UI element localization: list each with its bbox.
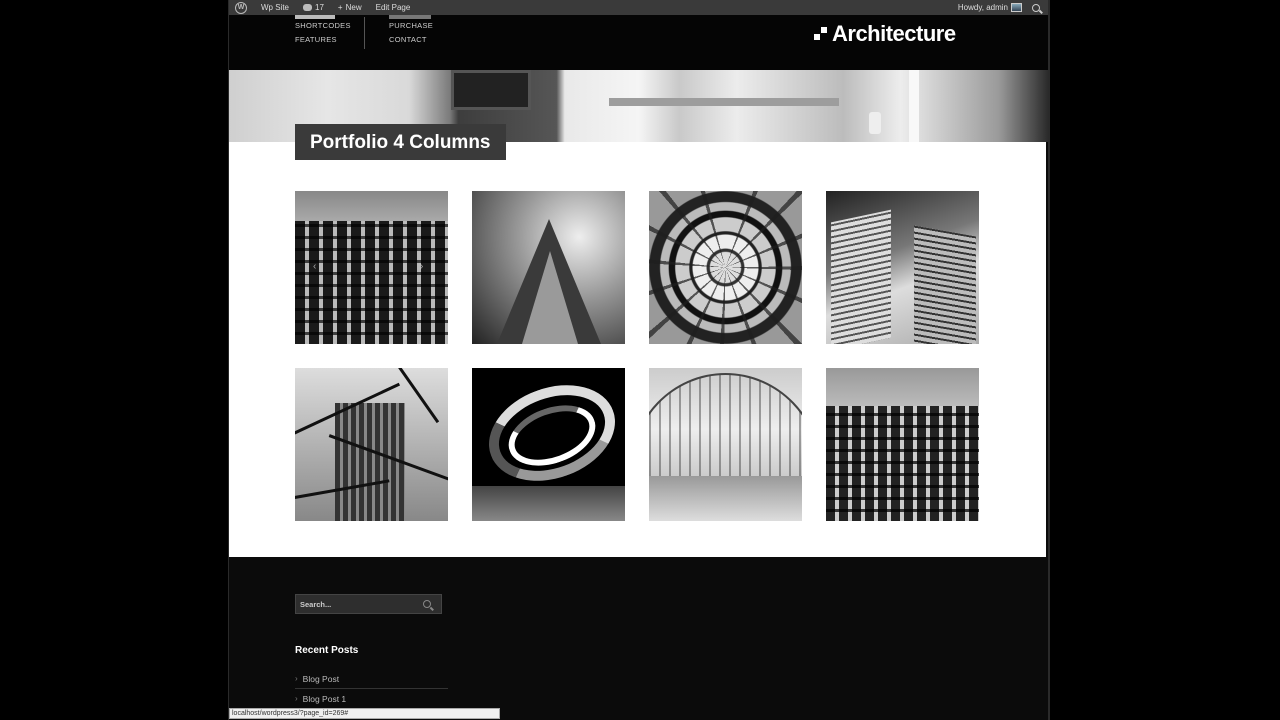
admin-bar-comments[interactable]: 17 xyxy=(303,3,324,12)
search-input[interactable] xyxy=(296,599,421,609)
portfolio-item[interactable] xyxy=(649,191,802,344)
portfolio-item[interactable] xyxy=(295,368,448,521)
portfolio-item[interactable] xyxy=(826,368,979,521)
nav-column-1: SHORTCODES FEATURES xyxy=(295,19,351,47)
comment-bubble-icon xyxy=(303,4,313,11)
admin-bar-edit-page[interactable]: Edit Page xyxy=(376,3,411,12)
chevron-left-icon[interactable]: ‹ xyxy=(313,261,323,275)
plus-icon: + xyxy=(337,3,343,12)
list-item[interactable]: › Blog Post 1 xyxy=(295,689,448,709)
chevron-right-icon[interactable]: › xyxy=(420,261,430,275)
site-logo[interactable]: Architecture xyxy=(814,21,956,47)
wordpress-logo-icon[interactable]: W xyxy=(235,1,247,14)
recent-posts-list: › Blog Post › Blog Post 1 xyxy=(295,669,448,709)
list-item[interactable]: › Blog Post xyxy=(295,669,448,689)
comments-count: 17 xyxy=(315,3,324,12)
portfolio-item[interactable] xyxy=(826,191,979,344)
portfolio-item[interactable] xyxy=(472,191,625,344)
nav-item-purchase[interactable]: PURCHASE xyxy=(389,19,433,33)
site-footer: Recent Posts › Blog Post › Blog Post 1 xyxy=(229,557,1048,720)
post-link[interactable]: Blog Post 1 xyxy=(303,694,346,704)
recent-posts-title: Recent Posts xyxy=(295,645,359,656)
post-link[interactable]: Blog Post xyxy=(303,674,339,684)
chevron-right-icon: › xyxy=(295,694,298,703)
portfolio-item[interactable] xyxy=(472,368,625,521)
avatar xyxy=(1011,3,1022,12)
status-bar-url: localhost/wordpress3/?page_id=269# xyxy=(229,708,500,719)
nav-divider xyxy=(364,17,365,49)
new-label: New xyxy=(345,3,362,12)
admin-bar: W Wp Site 17 + New Edit Page Howdy, admi… xyxy=(229,0,1048,15)
nav-item-contact[interactable]: CONTACT xyxy=(389,33,433,47)
site-name-label: Wp Site xyxy=(261,3,290,12)
logo-text: Architecture xyxy=(832,21,956,46)
edit-page-label: Edit Page xyxy=(375,3,411,12)
admin-bar-site-name[interactable]: Wp Site xyxy=(261,3,289,12)
portfolio-grid: ‹ › xyxy=(295,191,979,521)
page-viewport: W Wp Site 17 + New Edit Page Howdy, admi… xyxy=(229,0,1048,720)
admin-bar-new[interactable]: + New xyxy=(338,3,362,12)
main-content: ‹ › xyxy=(229,142,1046,557)
portfolio-item[interactable]: ‹ › xyxy=(295,191,448,344)
nav-item-features[interactable]: FEATURES xyxy=(295,33,351,47)
chevron-right-icon: › xyxy=(295,674,298,683)
search-icon[interactable] xyxy=(1032,3,1040,12)
admin-account[interactable]: Howdy, admin xyxy=(958,3,1022,12)
nav-column-2: PURCHASE CONTACT xyxy=(389,19,433,47)
site-header: SHORTCODES FEATURES PURCHASE CONTACT Arc… xyxy=(229,15,1048,70)
footer-search xyxy=(295,594,442,614)
greeting-label: Howdy, admin xyxy=(957,3,1008,12)
logo-mark-icon xyxy=(814,27,828,41)
portfolio-item[interactable] xyxy=(649,368,802,521)
browser-edge-right xyxy=(1048,0,1050,720)
admin-bar-right: Howdy, admin xyxy=(958,3,1048,12)
search-icon[interactable] xyxy=(423,600,431,608)
nav-item-shortcodes[interactable]: SHORTCODES xyxy=(295,19,351,33)
page-title: Portfolio 4 Columns xyxy=(295,124,506,160)
